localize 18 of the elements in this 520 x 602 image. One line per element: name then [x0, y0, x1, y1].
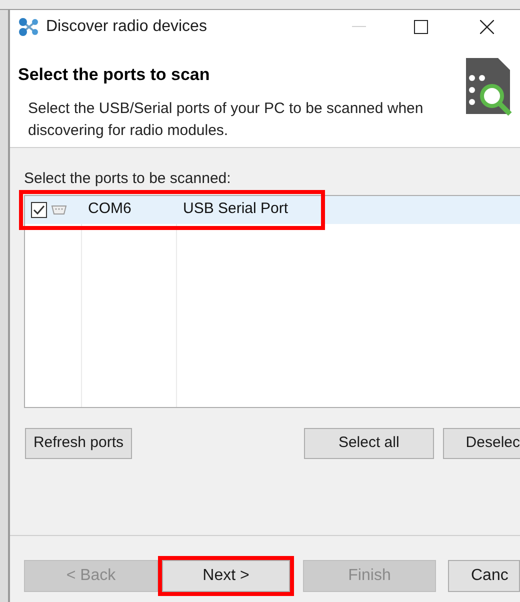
- check-icon: [33, 204, 45, 214]
- port-description: USB Serial Port: [182, 199, 288, 220]
- window-title: Discover radio devices: [46, 17, 207, 37]
- select-all-button[interactable]: Select all: [304, 428, 434, 458]
- network-nodes-icon: [18, 17, 40, 37]
- wizard-button[interactable]: Canc: [448, 560, 520, 592]
- maximize-icon[interactable]: [414, 20, 428, 34]
- close-icon[interactable]: [480, 20, 494, 34]
- page-title: Select the ports to scan: [18, 64, 211, 86]
- wizard-button[interactable]: Next >: [162, 560, 290, 592]
- port-name: COM6: [87, 199, 132, 220]
- port-row[interactable]: COM6 USB Serial Port: [25, 196, 520, 224]
- deselect-button[interactable]: Deselec: [442, 428, 520, 458]
- checkbox[interactable]: [31, 202, 47, 218]
- serial-connector-icon: [51, 204, 67, 214]
- page-description: Select the USB/Serial ports of your PC to be scanned when discovering for radio modules.: [28, 98, 424, 140]
- list-label: Select the ports to be scanned:: [24, 169, 232, 189]
- refresh-button[interactable]: Refresh ports: [25, 428, 132, 458]
